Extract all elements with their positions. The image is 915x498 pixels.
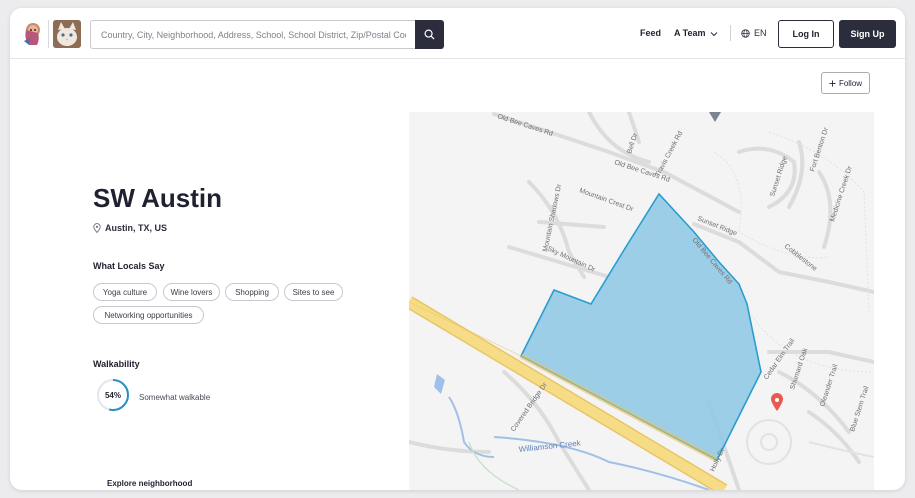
neighborhood-map[interactable]: Old Bee Caves Rd Old Bee Caves Rd Travis…: [409, 112, 874, 490]
location-pin-icon: [93, 223, 101, 233]
page-frame: Feed A Team EN Log In Sign Up Follow SW …: [10, 8, 905, 490]
signup-button[interactable]: Sign Up: [839, 20, 896, 48]
tag-wine-lovers[interactable]: Wine lovers: [163, 283, 220, 301]
nav-team-menu[interactable]: A Team: [674, 28, 718, 38]
follow-button[interactable]: Follow: [821, 72, 870, 94]
neighborhood-title: SW Austin: [93, 183, 223, 213]
neighborhood-location: Austin, TX, US: [93, 223, 167, 233]
nav-feed-link[interactable]: Feed: [640, 28, 661, 38]
follow-label: Follow: [838, 78, 863, 88]
search-input[interactable]: [90, 20, 416, 49]
chevron-down-icon: [710, 31, 718, 36]
cat-avatar-icon: [53, 20, 81, 48]
language-label: EN: [754, 28, 767, 38]
explore-heading: Explore neighborhood: [107, 479, 193, 488]
language-selector[interactable]: EN: [741, 28, 767, 38]
tag-shopping[interactable]: Shopping: [225, 283, 279, 301]
search-button[interactable]: [415, 20, 444, 49]
top-header: Feed A Team EN Log In Sign Up: [10, 8, 905, 59]
locals-heading: What Locals Say: [93, 261, 165, 271]
tag-yoga-culture[interactable]: Yoga culture: [93, 283, 157, 301]
search-icon: [424, 29, 435, 40]
nav-divider: [730, 25, 731, 41]
plus-icon: [829, 79, 836, 87]
walkability-description: Somewhat walkable: [139, 393, 211, 402]
walkability-heading: Walkability: [93, 359, 140, 369]
user-avatar[interactable]: [53, 20, 81, 48]
nav-team-label: A Team: [674, 28, 706, 38]
walkability-score: 54%: [104, 390, 121, 400]
tag-networking-opportunities[interactable]: Networking opportunities: [93, 306, 204, 324]
tag-sites-to-see[interactable]: Sites to see: [284, 283, 343, 301]
login-button[interactable]: Log In: [778, 20, 834, 48]
location-label: Austin, TX, US: [105, 223, 168, 233]
brand-logo-icon[interactable]: [20, 21, 44, 47]
map-canvas[interactable]: Old Bee Caves Rd Old Bee Caves Rd Travis…: [409, 112, 874, 490]
logo-divider: [48, 20, 49, 48]
globe-icon: [741, 28, 750, 38]
